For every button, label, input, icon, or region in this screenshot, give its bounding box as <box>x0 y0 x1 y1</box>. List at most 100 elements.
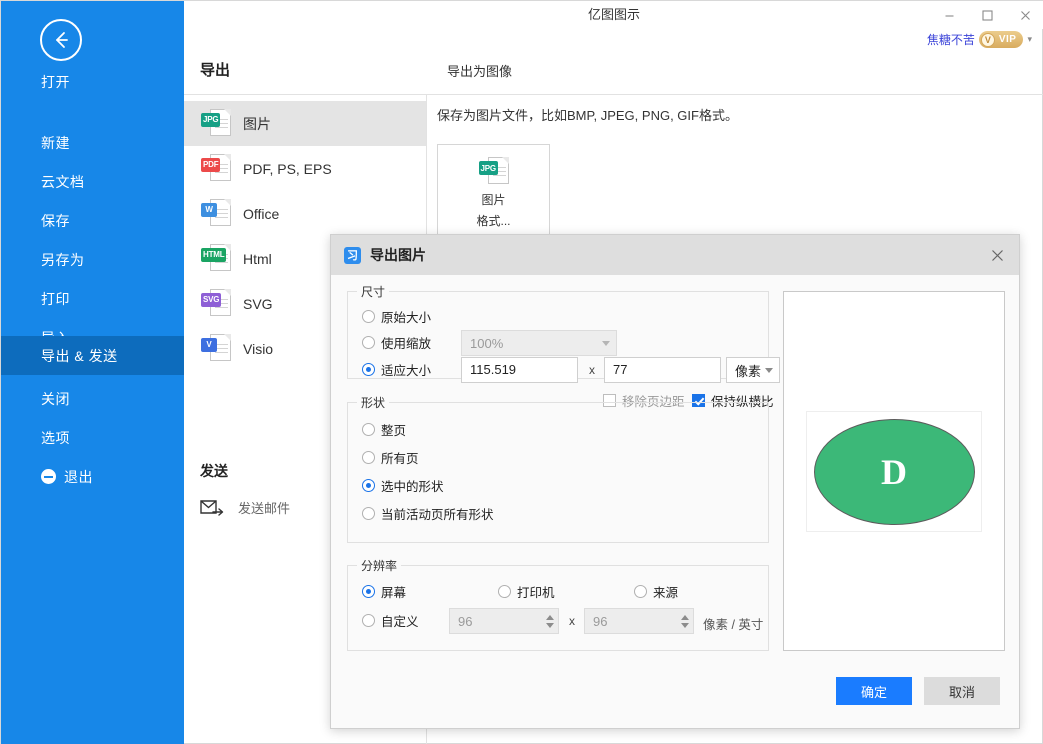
account-user-name[interactable]: 焦糖不苦 <box>927 31 975 48</box>
format-label: PDF, PS, EPS <box>243 160 332 177</box>
sidebar-item-exit[interactable]: 退出 <box>1 457 184 496</box>
radio-whole-page[interactable]: 整页 <box>362 420 406 439</box>
radio-label: 屏幕 <box>381 586 407 600</box>
page-title: 导出 <box>200 62 231 79</box>
html-file-icon: HTML <box>201 242 231 276</box>
maximize-button[interactable] <box>968 1 1006 29</box>
sidebar-item-label: 云文档 <box>41 173 85 190</box>
format-tag: JPG <box>478 161 498 175</box>
pdf-file-icon: PDF <box>201 152 231 186</box>
radio-screen[interactable]: 屏幕 <box>362 582 406 601</box>
chevron-down-icon[interactable]: ▾ <box>1027 34 1032 45</box>
sidebar-item-close[interactable]: 关闭 <box>1 379 184 418</box>
scale-value: 100% <box>470 335 504 351</box>
dpi-x-spinner[interactable]: 96 <box>449 608 559 634</box>
radio-use-scale[interactable]: 使用缩放 <box>362 333 431 352</box>
preview-canvas: D <box>806 411 982 532</box>
sidebar-item-label: 另存为 <box>41 251 85 268</box>
radio-label: 当前活动页所有形状 <box>381 508 494 522</box>
sidebar-item-cloud[interactable]: 云文档 <box>1 162 184 201</box>
sidebar-item-export-send[interactable]: 导出 & 发送 <box>1 336 184 375</box>
radio-label: 整页 <box>381 424 407 438</box>
radio-selected-shapes[interactable]: 选中的形状 <box>362 476 444 495</box>
export-image-dialog: 习 导出图片 尺寸 原始大小 使用缩放 100% 适应大小 115.519 x … <box>330 234 1020 729</box>
sidebar-item-label: 退出 <box>64 468 93 485</box>
scale-dropdown[interactable]: 100% <box>461 330 617 356</box>
width-input[interactable]: 115.519 <box>461 357 578 383</box>
sidebar-item-label: 关闭 <box>41 390 70 407</box>
dpi-unit-label: 像素 / 英寸 <box>703 618 764 632</box>
send-mail-label: 发送邮件 <box>238 501 291 516</box>
close-button[interactable] <box>1006 1 1043 29</box>
vip-badge[interactable]: V VIP <box>978 31 1024 48</box>
dialog-title: 导出图片 <box>370 247 426 263</box>
radio-label: 适应大小 <box>381 364 432 378</box>
resolution-group-legend: 分辨率 <box>357 557 402 574</box>
svg-file-icon: SVG <box>201 287 231 321</box>
export-description: 保存为图片文件，比如BMP, JPEG, PNG, GIF格式。 <box>437 108 738 123</box>
app-logo-icon: 习 <box>344 246 361 264</box>
dpi-separator: x <box>569 614 575 628</box>
vip-label: VIP <box>998 34 1017 45</box>
radio-button-icon <box>362 585 375 598</box>
format-label: Office <box>243 205 280 222</box>
radio-button-icon <box>362 479 375 492</box>
format-item-office[interactable]: W Office <box>184 191 426 236</box>
image-format-card[interactable]: JPG 图片 格式... <box>437 144 550 241</box>
sidebar-item-save-as[interactable]: 另存为 <box>1 240 184 279</box>
back-button[interactable] <box>40 19 82 61</box>
format-item-image[interactable]: JPG 图片 <box>184 101 426 146</box>
chevron-down-icon <box>765 367 773 373</box>
dialog-close-button[interactable] <box>975 235 1019 275</box>
send-mail-item[interactable]: 发送邮件 <box>200 498 290 517</box>
sidebar-item-label: 导出 & 发送 <box>41 347 118 364</box>
mail-send-icon <box>200 499 224 516</box>
vip-v-icon: V <box>980 32 995 47</box>
card-label-line1: 图片 <box>481 193 506 207</box>
section-title: 导出为图像 <box>447 64 513 79</box>
sidebar-item-save[interactable]: 保存 <box>1 201 184 240</box>
radio-printer[interactable]: 打印机 <box>498 582 555 601</box>
radio-button-icon <box>362 336 375 349</box>
close-icon <box>1020 10 1030 20</box>
dpi-x-value: 96 <box>458 613 473 629</box>
height-input[interactable]: 77 <box>604 357 721 383</box>
size-group: 尺寸 原始大小 使用缩放 100% 适应大小 115.519 x 77 像素 移… <box>347 283 780 409</box>
minimize-button[interactable] <box>930 1 968 29</box>
cancel-button[interactable]: 取消 <box>924 677 1000 705</box>
backstage-sidebar: 打开 新建 云文档 保存 另存为 打印 导入 导出 & 发送 关闭 选项 退出 <box>1 1 184 744</box>
unit-dropdown[interactable]: 像素 <box>726 357 780 383</box>
sidebar-item-print[interactable]: 打印 <box>1 279 184 318</box>
spinner-arrows-icon[interactable] <box>546 614 554 628</box>
account-bar: 焦糖不苦 V VIP ▾ <box>927 31 1032 48</box>
radio-button-icon <box>362 451 375 464</box>
sidebar-item-new[interactable]: 新建 <box>1 123 184 162</box>
radio-button-icon <box>634 585 647 598</box>
sidebar-item-label: 保存 <box>41 212 70 229</box>
exit-icon <box>41 469 56 484</box>
sidebar-item-label: 新建 <box>41 134 70 151</box>
sidebar-item-label: 打开 <box>41 73 70 90</box>
dpi-y-spinner[interactable]: 96 <box>584 608 694 634</box>
dpi-y-value: 96 <box>593 613 608 629</box>
spinner-arrows-icon[interactable] <box>681 614 689 628</box>
radio-custom[interactable]: 自定义 <box>362 611 419 630</box>
sidebar-item-options[interactable]: 选项 <box>1 418 184 457</box>
format-label: Visio <box>243 340 274 357</box>
send-section-title: 发送 <box>200 463 228 479</box>
radio-active-page-shapes[interactable]: 当前活动页所有形状 <box>362 504 494 523</box>
radio-original-size[interactable]: 原始大小 <box>362 307 431 326</box>
format-tag: HTML <box>201 247 227 262</box>
size-group-legend: 尺寸 <box>357 283 390 300</box>
radio-all-pages[interactable]: 所有页 <box>362 448 419 467</box>
radio-fit-size[interactable]: 适应大小 <box>362 360 431 379</box>
radio-button-icon <box>362 614 375 627</box>
ok-button[interactable]: 确定 <box>836 677 912 705</box>
radio-button-icon <box>362 423 375 436</box>
format-item-pdf[interactable]: PDF PDF, PS, EPS <box>184 146 426 191</box>
dialog-title-bar: 习 导出图片 <box>331 235 1019 275</box>
radio-source[interactable]: 来源 <box>634 582 678 601</box>
sidebar-item-open[interactable]: 打开 <box>1 62 184 101</box>
radio-label: 原始大小 <box>381 311 432 325</box>
radio-label: 自定义 <box>381 615 419 629</box>
